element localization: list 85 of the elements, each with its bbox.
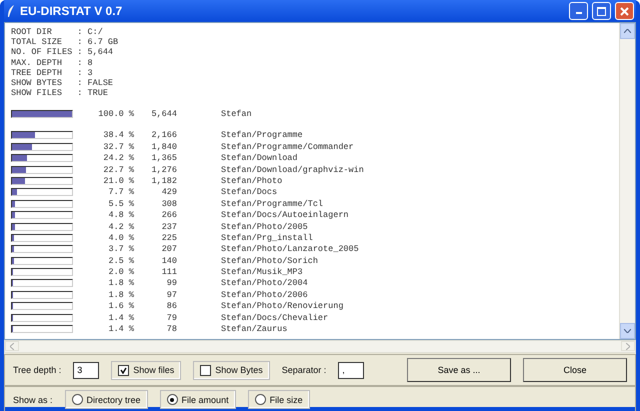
file-count: 86 bbox=[166, 301, 177, 312]
file-count: 2,166 bbox=[150, 130, 177, 140]
folder-path: Stefan/Programme/Commander bbox=[221, 142, 354, 152]
tree-depth-field[interactable]: 3 bbox=[73, 362, 100, 378]
close-icon[interactable] bbox=[615, 2, 634, 20]
file-count: 97 bbox=[166, 290, 177, 300]
folder-path: Stefan/Zaurus bbox=[221, 324, 288, 334]
folder-path: Stefan/Photo/2006 bbox=[221, 290, 308, 300]
percent-text: 1.8 % bbox=[107, 290, 134, 300]
summary-line: ROOT DIR : C:/ bbox=[11, 27, 104, 38]
folder-path: Stefan/Photo/Renovierung bbox=[221, 301, 344, 312]
radio-option[interactable]: Directory tree bbox=[64, 390, 148, 409]
maximize-button[interactable] bbox=[592, 2, 611, 20]
folder-path: Stefan/Prg_install bbox=[221, 232, 313, 243]
maximize-icon bbox=[597, 6, 606, 16]
folder-path: Stefan/Photo bbox=[221, 176, 282, 186]
percent-text: 1.8 % bbox=[107, 278, 134, 288]
file-count: 207 bbox=[160, 244, 177, 254]
folder-path: Stefan/Download/graphviz-win bbox=[221, 164, 364, 175]
summary-line: TREE DEPTH : 3 bbox=[11, 68, 94, 78]
percent-text: 4.8 % bbox=[107, 210, 134, 220]
percent-text: 2.0 % bbox=[107, 267, 134, 278]
scroll-down-button[interactable] bbox=[620, 323, 635, 339]
window-title: EU-DIRSTAT V 0.7 bbox=[20, 4, 124, 18]
summary-line: NO. OF FILES : 5,644 bbox=[11, 47, 114, 58]
radio-option[interactable]: File amount bbox=[160, 390, 236, 409]
percent-text: 4.2 % bbox=[107, 222, 134, 232]
file-count: 79 bbox=[166, 312, 177, 323]
file-count: 5,644 bbox=[150, 109, 177, 119]
separator-field[interactable]: , bbox=[338, 362, 364, 378]
file-count: 429 bbox=[160, 187, 177, 198]
show-bytes-checkbox[interactable]: Show Bytes bbox=[193, 360, 270, 380]
percent-text: 1.4 % bbox=[107, 312, 134, 323]
file-count: 111 bbox=[160, 267, 177, 278]
percent-text: 4.0 % bbox=[107, 232, 134, 243]
file-count: 308 bbox=[160, 198, 177, 209]
minimize-button[interactable] bbox=[569, 2, 588, 20]
folder-path: Stefan/Photo/Lanzarote_2005 bbox=[221, 244, 359, 254]
radio-option[interactable]: File size bbox=[248, 390, 310, 409]
percent-text: 1.4 % bbox=[107, 324, 134, 334]
folder-path: Stefan/Download bbox=[221, 153, 298, 164]
summary-line: TOTAL SIZE : 6.7 GB bbox=[11, 37, 120, 48]
folder-path: Stefan/Photo/2005 bbox=[221, 222, 308, 232]
separator-label: Separator : bbox=[282, 365, 326, 375]
percent-text: 24.2 % bbox=[102, 153, 134, 164]
folder-path: Stefan/Programme/Tcl bbox=[221, 198, 324, 209]
file-count: 237 bbox=[160, 222, 177, 232]
file-count: 78 bbox=[166, 324, 177, 334]
show-as-label: Show as : bbox=[13, 394, 53, 404]
scroll-up-button[interactable] bbox=[620, 23, 635, 39]
percent-text: 38.4 % bbox=[102, 130, 134, 140]
tree-depth-label: Tree depth : bbox=[13, 365, 62, 375]
folder-path: Stefan/Docs/Autoeinlagern bbox=[221, 210, 349, 220]
folder-path: Stefan/Musik_MP3 bbox=[221, 267, 303, 278]
folder-path: Stefan/Programme bbox=[221, 130, 303, 140]
file-count: 225 bbox=[160, 232, 177, 243]
percent-text: 3.7 % bbox=[107, 244, 134, 254]
percent-text: 22.7 % bbox=[102, 164, 134, 175]
percent-text: 5.5 % bbox=[107, 198, 134, 209]
folder-path: Stefan/Photo/2004 bbox=[221, 278, 308, 288]
percent-text: 21.0 % bbox=[102, 176, 134, 186]
file-count: 1,365 bbox=[150, 153, 177, 164]
file-count: 1,276 bbox=[150, 164, 177, 175]
checkmark-icon bbox=[120, 366, 128, 374]
action-button[interactable]: Close bbox=[523, 358, 627, 382]
file-count: 1,182 bbox=[150, 176, 177, 186]
file-count: 140 bbox=[160, 256, 177, 266]
summary-line: SHOW FILES : TRUE bbox=[11, 88, 109, 98]
folder-path: Stefan/Docs bbox=[221, 187, 278, 198]
percent-text: 100.0 % bbox=[97, 109, 134, 119]
percent-text: 32.7 % bbox=[102, 142, 134, 152]
summary-line: MAX. DEPTH : 8 bbox=[11, 58, 94, 68]
folder-path: Stefan/Docs/Chevalier bbox=[221, 312, 328, 323]
summary-line: SHOW BYTES : FALSE bbox=[11, 78, 114, 88]
file-count: 266 bbox=[160, 210, 177, 220]
percent-text: 2.5 % bbox=[107, 256, 134, 266]
folder-path: Stefan bbox=[221, 109, 252, 119]
feather-icon bbox=[6, 4, 16, 18]
folder-path: Stefan/Photo/Sorich bbox=[221, 256, 318, 266]
percent-text: 1.6 % bbox=[107, 301, 134, 312]
file-count: 1,840 bbox=[150, 142, 177, 152]
action-button[interactable]: Save as ... bbox=[407, 358, 511, 382]
show-files-checkbox[interactable]: Show files bbox=[111, 360, 182, 380]
percent-text: 7.7 % bbox=[107, 187, 134, 198]
file-count: 99 bbox=[166, 278, 177, 288]
